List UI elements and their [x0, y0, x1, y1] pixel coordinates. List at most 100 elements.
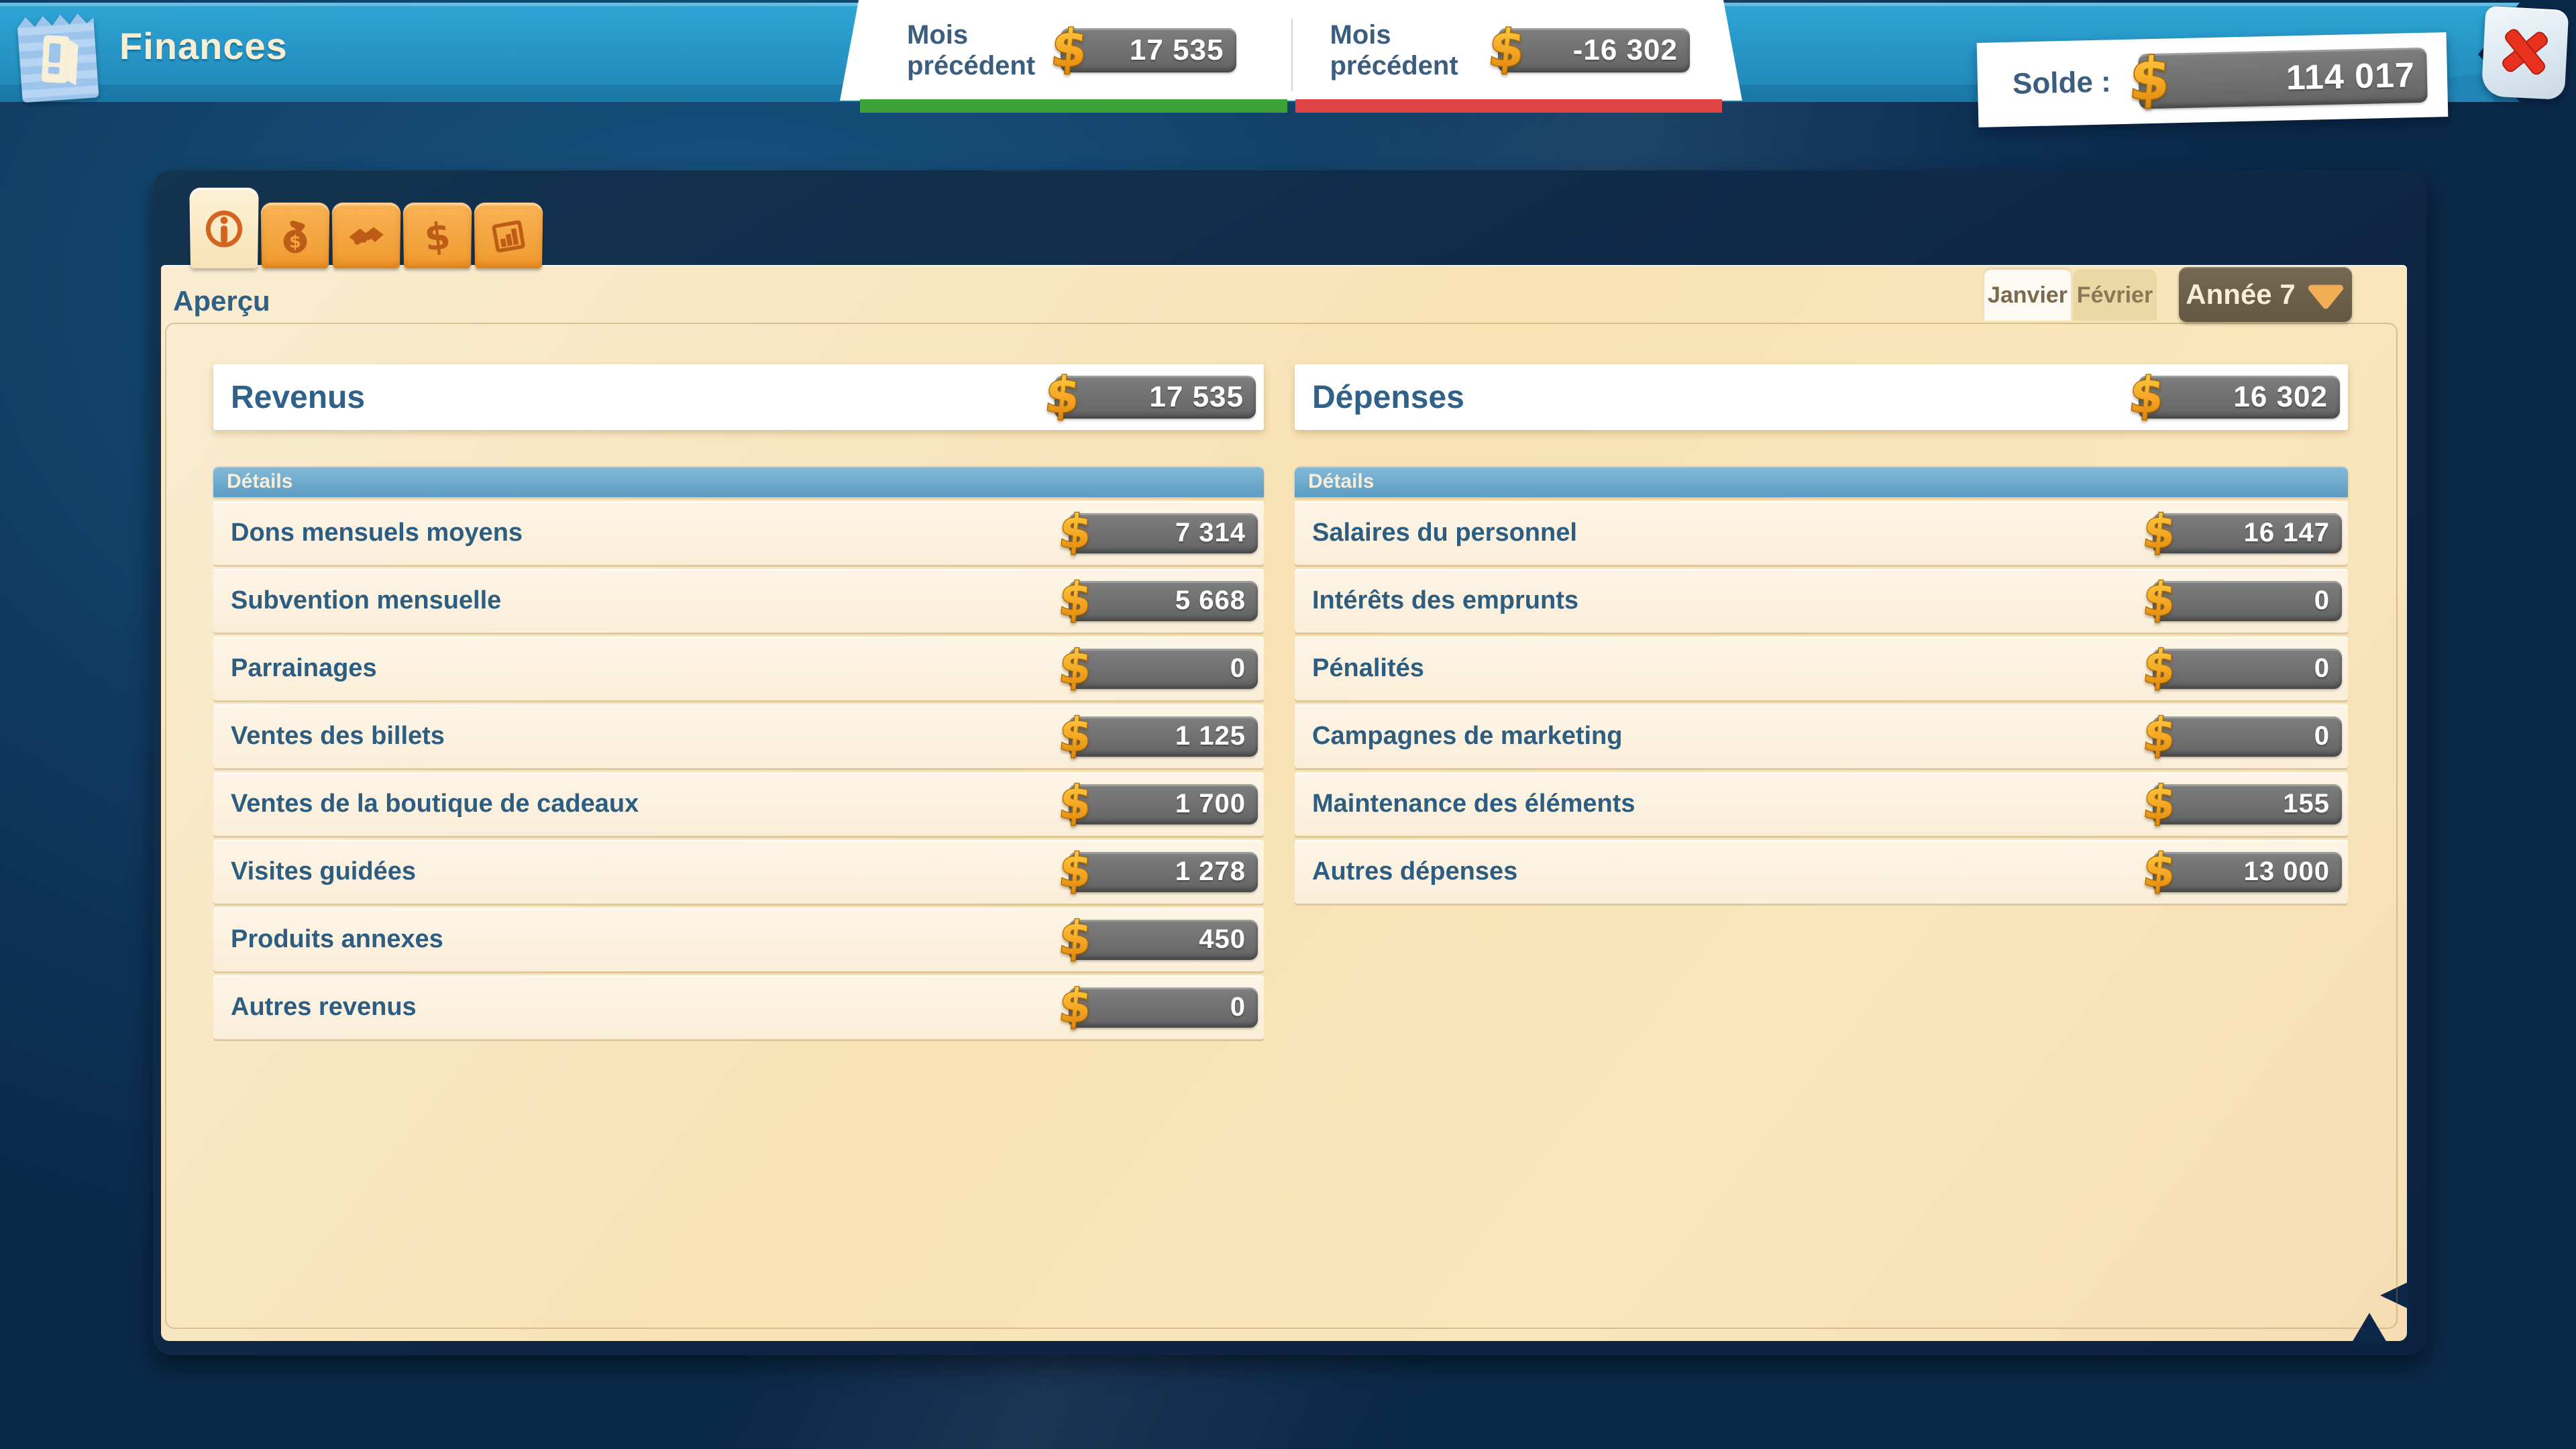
money-badge: 155	[2153, 784, 2342, 824]
money-badge: 5 668	[1069, 581, 1258, 621]
finance-row: Autres dépenses 13 000	[1295, 840, 2348, 904]
chevron-down-icon	[2306, 283, 2345, 310]
finance-row: Intérêts des emprunts 0	[1295, 569, 2348, 633]
dollar-icon	[1058, 569, 1093, 631]
svg-text:$: $	[289, 232, 301, 252]
expenses-total-badge: 16 302	[2139, 376, 2340, 419]
tab-bar: $ $	[191, 190, 542, 268]
expense-value: -16 302	[1573, 34, 1690, 67]
expenses-title: Dépenses	[1312, 379, 1464, 416]
balance-panel: Solde : 114 017	[1977, 32, 2449, 127]
money-value: 16 147	[2244, 518, 2342, 548]
row-label: Intérêts des emprunts	[1312, 586, 1578, 615]
dollar-icon	[1058, 908, 1093, 969]
row-label: Autres dépenses	[1312, 857, 1517, 886]
money-value: 1 278	[1175, 857, 1258, 887]
finance-row: Pénalités 0	[1295, 637, 2348, 700]
expenses-details-header: Détails	[1295, 466, 2348, 497]
row-label: Maintenance des éléments	[1312, 790, 1635, 818]
money-badge: 7 314	[1069, 513, 1258, 553]
finance-row: Produits annexes 450	[213, 908, 1264, 971]
dollar-icon	[1044, 363, 1081, 429]
row-label: Subvention mensuelle	[231, 586, 501, 615]
revenues-header: Revenus 17 535	[213, 364, 1264, 430]
money-bag-icon: $	[275, 216, 315, 256]
expenses-header: Dépenses 16 302	[1295, 364, 2348, 430]
money-value: 13 000	[2244, 857, 2342, 887]
svg-text:$: $	[422, 216, 452, 256]
revenues-details-header: Détails	[213, 466, 1264, 497]
tab-statistics[interactable]	[474, 203, 543, 268]
money-badge: 1 125	[1069, 716, 1258, 757]
finance-row: Parrainages 0	[213, 637, 1264, 700]
money-value: 5 668	[1175, 586, 1258, 616]
money-value: 1 125	[1175, 721, 1258, 751]
revenues-rows: Dons mensuels moyens 7 314 Subvention me…	[213, 501, 1264, 1043]
dollar-icon	[1050, 15, 1089, 83]
dollar-icon	[2127, 40, 2174, 119]
overview-panel: Aperçu Janvier Février Année 7 Revenus 1…	[161, 265, 2407, 1341]
tab-sponsors[interactable]	[332, 203, 401, 268]
money-badge: 0	[1069, 649, 1258, 689]
income-trend-bar	[860, 99, 1287, 113]
money-value: 155	[2283, 789, 2342, 819]
tab-loans[interactable]: $	[403, 203, 472, 268]
money-value: 0	[2314, 586, 2342, 616]
revenues-total-badge: 17 535	[1055, 376, 1256, 419]
finance-row: Visites guidées 1 278	[213, 840, 1264, 904]
month-button-fevrier[interactable]: Février	[2073, 270, 2157, 321]
money-badge: 450	[1069, 920, 1258, 960]
bar-chart-icon	[488, 216, 528, 256]
income-money-badge: 17 535	[1061, 28, 1236, 72]
revenues-title: Revenus	[231, 379, 365, 416]
money-badge: 0	[1069, 987, 1258, 1028]
dollar-icon	[2142, 704, 2177, 766]
dollar-icon	[1058, 772, 1093, 834]
dollar-icon	[1058, 704, 1093, 766]
finance-row: Ventes de la boutique de cadeaux 1 700	[213, 772, 1264, 836]
money-value: 450	[1199, 924, 1258, 955]
income-value: 17 535	[1130, 34, 1236, 67]
dollar-icon	[1058, 501, 1093, 563]
row-label: Dons mensuels moyens	[231, 519, 523, 547]
tab-donations[interactable]: $	[261, 203, 330, 268]
year-label: Année 7	[2186, 278, 2295, 311]
row-label: Visites guidées	[231, 857, 416, 886]
page-title: Finances	[119, 24, 288, 68]
dollar-icon	[2142, 569, 2177, 631]
row-label: Campagnes de marketing	[1312, 722, 1622, 751]
money-value: 7 314	[1175, 518, 1258, 548]
finance-row: Dons mensuels moyens 7 314	[213, 501, 1264, 565]
section-title: Aperçu	[173, 285, 270, 317]
year-dropdown[interactable]: Année 7	[2179, 267, 2352, 322]
row-label: Salaires du personnel	[1312, 519, 1577, 547]
money-badge: 13 000	[2153, 852, 2342, 892]
previous-month-banner: Mois précédent 17 535 Mois précédent -16…	[840, 0, 1742, 114]
money-value: 0	[2314, 721, 2342, 751]
close-button[interactable]	[2481, 6, 2569, 100]
dollar-icon	[2142, 501, 2177, 563]
previous-month-income: Mois précédent 17 535	[840, 0, 1291, 101]
row-label: Pénalités	[1312, 654, 1424, 683]
tab-overview[interactable]	[189, 188, 259, 268]
income-label: Mois précédent	[907, 19, 1061, 81]
money-value: 0	[2314, 653, 2342, 684]
dollar-icon	[1058, 840, 1093, 902]
finance-row: Salaires du personnel 16 147	[1295, 501, 2348, 565]
month-button-janvier[interactable]: Janvier	[1984, 270, 2071, 321]
info-icon	[203, 207, 246, 250]
expense-label: Mois précédent	[1330, 19, 1499, 81]
dollar-icon	[2142, 840, 2177, 902]
money-badge: 16 147	[2153, 513, 2342, 553]
row-label: Produits annexes	[231, 925, 443, 954]
expense-money-badge: -16 302	[1498, 28, 1690, 72]
money-badge: 1 278	[1069, 852, 1258, 892]
handshake-icon	[346, 216, 386, 256]
finance-row: Ventes des billets 1 125	[213, 704, 1264, 768]
finance-row: Campagnes de marketing 0	[1295, 704, 2348, 768]
row-label: Parrainages	[231, 654, 377, 683]
dollar-icon	[1058, 637, 1093, 698]
balance-money-badge: 114 017	[2138, 48, 2428, 109]
dollar-icon	[2142, 637, 2177, 698]
dollar-icon	[2142, 772, 2177, 834]
